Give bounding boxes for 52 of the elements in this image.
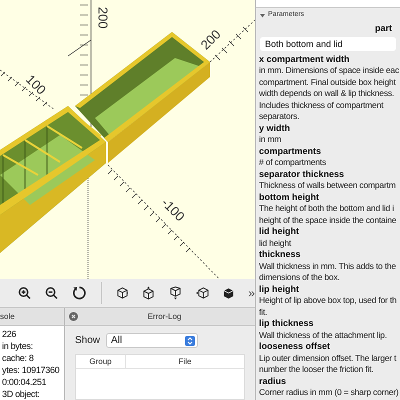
parameter-name: bottom height (259, 192, 320, 203)
parameter-description: in mm (259, 134, 282, 146)
parameter-name: y width (259, 122, 291, 134)
close-icon[interactable] (69, 312, 78, 321)
cube-icon[interactable] (223, 286, 234, 300)
more-button[interactable]: » (248, 284, 255, 302)
cube-icon[interactable] (169, 286, 182, 300)
parameter-description: Wall thickness in mm. This adds to the dimensions of the box. (259, 260, 397, 284)
parameter-description: in mm. Dimensions of space inside eac compartment. Final outside box height width depends on wall & lip thickness. Includes thickness of compartment separators. (259, 65, 400, 122)
parameter-name: looseness offset (259, 341, 332, 352)
parameter-description: lid height (259, 238, 292, 249)
panel-title: Error-Log (148, 310, 182, 322)
parameter-description: Wall thickness of the attachment lip. (259, 330, 388, 341)
console-line: in bytes: (2, 340, 34, 352)
parameter-name: lip thickness (259, 318, 315, 330)
show-label: Show (75, 334, 100, 348)
console-line: cache: 8 (2, 352, 35, 364)
cube-icon[interactable] (116, 286, 128, 300)
parameter-description: The height of both the bottom and lid i height of the space inside the containe (259, 203, 398, 226)
column-header: File (178, 356, 192, 368)
column-header: Group (76, 355, 126, 368)
parameter-name: separator thickness (259, 168, 346, 180)
cube-icon[interactable] (196, 286, 210, 300)
parameter-name: compartments (259, 146, 322, 157)
parameter-description: Lip outer dimension offset. The larger t number the looser the friction fit. (259, 352, 398, 376)
stepper-icon (185, 336, 196, 346)
panel-title: sole (0, 308, 64, 326)
axis-label: 200 (94, 6, 112, 29)
parameter-description: Corner radius in mm (0 = sharp corner) (259, 387, 400, 398)
zoom-in-icon[interactable] (18, 286, 31, 300)
part-dropdown[interactable]: Both bottom and lid (260, 36, 396, 50)
parameter-name: lip height (259, 284, 300, 295)
cube-icon[interactable] (142, 286, 156, 300)
parameter-name: lid height (259, 226, 300, 238)
console-line: ytes: 10917360 (2, 364, 60, 376)
console-line: 0:00:04.251 (2, 376, 48, 388)
console-line: 3D object: (2, 388, 41, 400)
reset-view-icon[interactable] (72, 285, 87, 302)
group-heading: part (374, 22, 392, 35)
console-line: 226 (2, 328, 18, 340)
parameter-name: radius (259, 376, 288, 387)
expand-arrow-icon[interactable] (260, 12, 265, 18)
axis-label: 200 (196, 26, 225, 54)
parameter-name: x compartment width (259, 54, 351, 65)
parameter-description: Height of lip above box top, used for th fit. (259, 295, 398, 318)
parameter-description: # of compartments (259, 157, 327, 168)
parameter-description: Thickness of walls between compartm (259, 180, 397, 192)
filter-dropdown[interactable]: All (106, 333, 198, 348)
parameter-name: thickness (259, 249, 302, 260)
zoom-out-icon[interactable] (44, 286, 58, 300)
axis-label: 100 (22, 70, 50, 100)
axis-label: -100 (158, 194, 189, 226)
